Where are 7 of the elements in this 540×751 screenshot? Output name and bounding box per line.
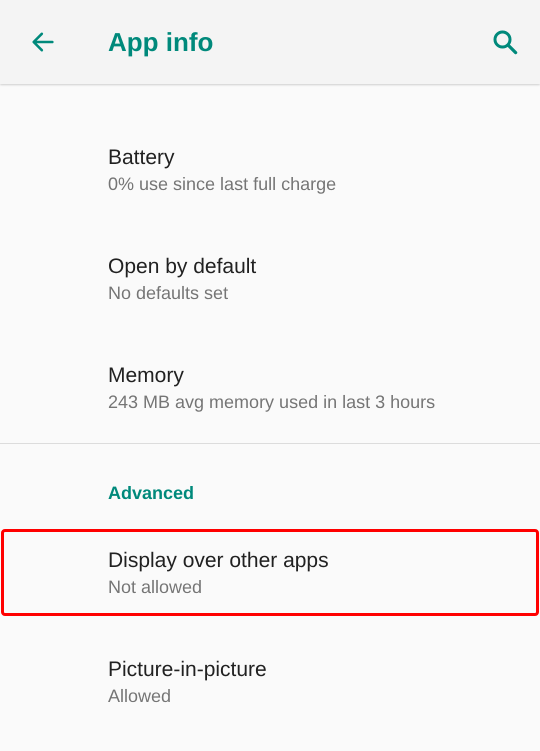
settings-item[interactable]: Display over other apps Not allowed	[0, 519, 540, 628]
settings-item[interactable]: Memory 243 MB avg memory used in last 3 hours	[0, 334, 540, 443]
settings-item[interactable]: Open by default No defaults set	[0, 225, 540, 334]
settings-item[interactable]: Picture-in-picture Allowed	[0, 628, 540, 737]
section-header: Advanced	[108, 483, 194, 503]
settings-item[interactable]: Battery 0% use since last full charge	[0, 116, 540, 225]
screen-title: App info	[108, 26, 214, 58]
